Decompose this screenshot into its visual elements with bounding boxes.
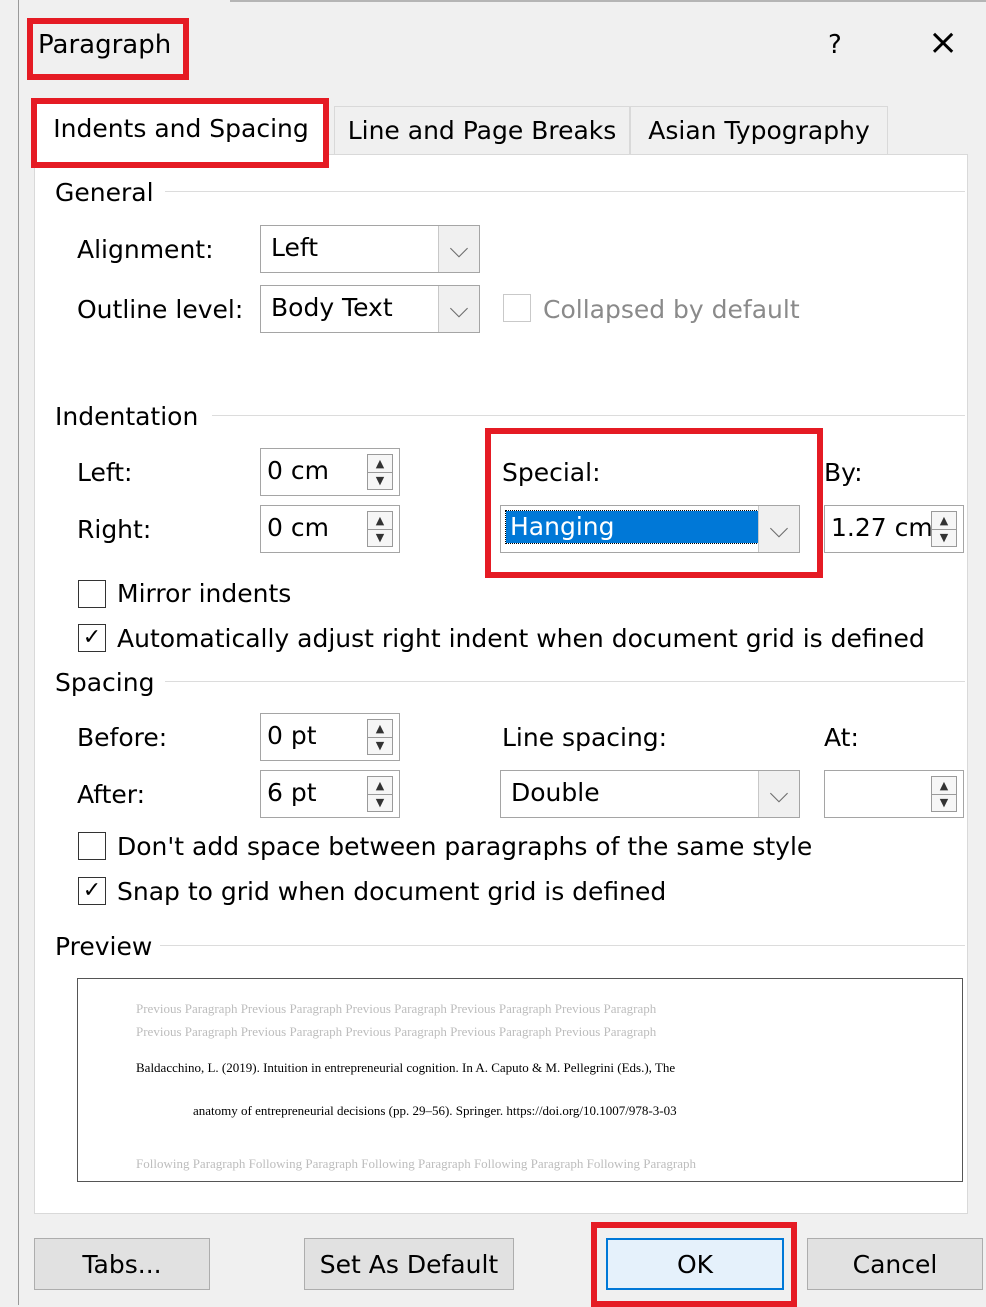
spin-buttons[interactable]: ▲ ▼ [931, 511, 957, 547]
spin-down-icon[interactable]: ▼ [368, 737, 392, 754]
spin-down-icon[interactable]: ▼ [368, 472, 392, 489]
spin-up-icon[interactable]: ▲ [368, 455, 392, 473]
spin-up-icon[interactable]: ▲ [368, 512, 392, 530]
before-spinner[interactable]: 0 pt ▲ ▼ [260, 713, 400, 761]
spin-buttons[interactable]: ▲ ▼ [367, 719, 393, 755]
by-value: 1.27 cm [831, 513, 933, 542]
left-indent-spinner[interactable]: 0 cm ▲ ▼ [260, 448, 400, 496]
line-spacing-select[interactable]: Double ⌵ [500, 770, 800, 818]
chevron-down-icon[interactable]: ⌵ [438, 286, 479, 332]
spin-up-icon[interactable]: ▲ [932, 512, 956, 530]
line-spacing-value: Double [511, 778, 600, 807]
tab-label: Asian Typography [648, 116, 870, 145]
preview-sample-line: anatomy of entrepreneurial decisions (pp… [193, 1103, 677, 1118]
mirror-indents-label: Mirror indents [117, 579, 292, 608]
title-highlight [27, 18, 189, 80]
outline-level-label: Outline level: [77, 295, 244, 324]
spin-down-icon[interactable]: ▼ [368, 529, 392, 546]
snap-to-grid-label: Snap to grid when document grid is defin… [117, 877, 667, 906]
divider [212, 415, 965, 416]
alignment-value: Left [271, 233, 319, 262]
by-spinner[interactable]: 1.27 cm ▲ ▼ [824, 505, 964, 553]
right-indent-spinner[interactable]: 0 cm ▲ ▼ [260, 505, 400, 553]
general-heading: General [55, 178, 154, 207]
before-label: Before: [77, 723, 168, 752]
outline-level-select[interactable]: Body Text ⌵ [260, 285, 480, 333]
special-highlight [485, 428, 823, 578]
at-label: At: [824, 723, 859, 752]
spin-buttons[interactable]: ▲ ▼ [367, 511, 393, 547]
tab-asian-typography[interactable]: Asian Typography [630, 106, 888, 154]
tab-label: Line and Page Breaks [347, 116, 617, 145]
right-indent-label: Right: [77, 515, 152, 544]
tab-line-and-page-breaks[interactable]: Line and Page Breaks [334, 106, 630, 154]
set-as-default-button[interactable]: Set As Default [304, 1238, 514, 1290]
set-as-default-label: Set As Default [319, 1249, 499, 1279]
spin-buttons[interactable]: ▲ ▼ [931, 776, 957, 812]
spin-down-icon[interactable]: ▼ [932, 529, 956, 546]
preview-sample-line: Baldacchino, L. (2019). Intuition in ent… [136, 1060, 676, 1075]
indentation-heading: Indentation [55, 402, 199, 431]
mirror-indents-checkbox[interactable] [78, 580, 106, 608]
spin-down-icon[interactable]: ▼ [932, 794, 956, 811]
chevron-down-icon[interactable]: ⌵ [758, 771, 799, 817]
no-space-label: Don't add space between paragraphs of th… [117, 832, 813, 861]
preview-previous-line: Previous Paragraph Previous Paragraph Pr… [136, 1024, 657, 1039]
by-label: By: [824, 458, 863, 487]
auto-adjust-label: Automatically adjust right indent when d… [117, 624, 925, 653]
outline-level-value: Body Text [271, 293, 393, 322]
right-indent-value: 0 cm [267, 513, 329, 542]
at-spinner[interactable]: ▲ ▼ [824, 770, 964, 818]
no-space-checkbox[interactable] [78, 832, 106, 860]
spin-down-icon[interactable]: ▼ [368, 794, 392, 811]
spacing-heading: Spacing [55, 668, 155, 697]
ok-highlight [591, 1222, 797, 1307]
help-button[interactable]: ? [828, 30, 842, 60]
after-spinner[interactable]: 6 pt ▲ ▼ [260, 770, 400, 818]
tab-highlight [31, 98, 329, 168]
after-label: After: [77, 780, 146, 809]
divider [160, 945, 965, 946]
spin-up-icon[interactable]: ▲ [932, 777, 956, 795]
line-spacing-label: Line spacing: [502, 723, 668, 752]
preview-box: Previous Paragraph Previous Paragraph Pr… [77, 978, 963, 1182]
divider [165, 681, 965, 682]
collapsed-checkbox [503, 294, 531, 322]
chevron-down-icon[interactable]: ⌵ [438, 226, 479, 272]
close-icon[interactable]: × [928, 22, 958, 63]
after-value: 6 pt [267, 778, 317, 807]
preview-heading: Preview [55, 932, 153, 961]
spin-up-icon[interactable]: ▲ [368, 777, 392, 795]
divider [165, 191, 965, 192]
spin-buttons[interactable]: ▲ ▼ [367, 776, 393, 812]
left-indent-label: Left: [77, 458, 133, 487]
alignment-select[interactable]: Left ⌵ [260, 225, 480, 273]
alignment-label: Alignment: [77, 235, 214, 264]
preview-following-line: Following Paragraph Following Paragraph … [136, 1156, 697, 1171]
cancel-button[interactable]: Cancel [807, 1238, 983, 1290]
tabs-button-label: Tabs... [82, 1249, 162, 1279]
left-indent-value: 0 cm [267, 456, 329, 485]
collapsed-label: Collapsed by default [543, 295, 800, 324]
auto-adjust-checkbox[interactable]: ✓ [78, 624, 106, 652]
snap-to-grid-checkbox[interactable]: ✓ [78, 877, 106, 905]
spin-up-icon[interactable]: ▲ [368, 720, 392, 738]
before-value: 0 pt [267, 721, 317, 750]
window-top-edge [230, 0, 986, 2]
tabs-button[interactable]: Tabs... [34, 1238, 210, 1290]
cancel-label: Cancel [852, 1249, 938, 1279]
preview-previous-line: Previous Paragraph Previous Paragraph Pr… [136, 1001, 657, 1016]
spin-buttons[interactable]: ▲ ▼ [367, 454, 393, 490]
